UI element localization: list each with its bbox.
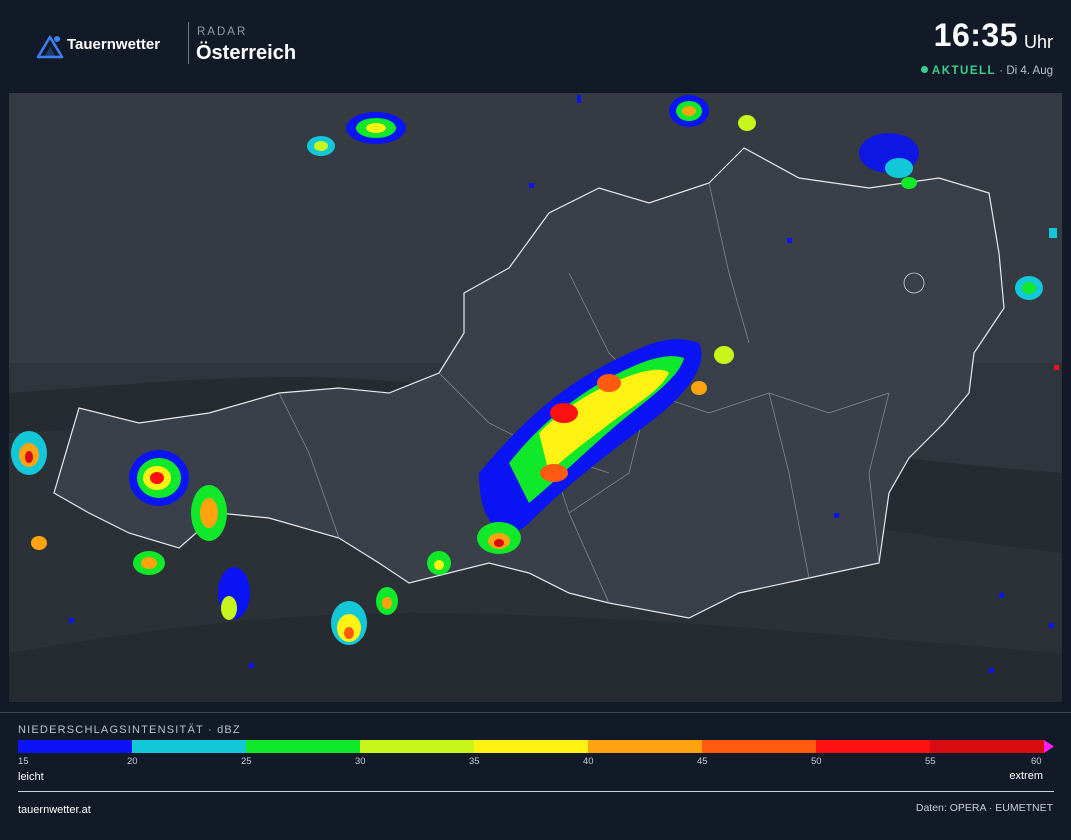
scale-segment-50 xyxy=(816,740,930,753)
tick-label: 45 xyxy=(697,756,708,767)
time-unit: Uhr xyxy=(1023,32,1053,52)
page-kicker: RADAR xyxy=(197,26,248,38)
scale-segment-35 xyxy=(474,740,588,753)
tick-label: 30 xyxy=(355,756,366,767)
scale-low-label: leicht xyxy=(18,771,44,783)
tick-label: 50 xyxy=(811,756,822,767)
tick-label: 55 xyxy=(925,756,936,767)
tick-label: 25 xyxy=(241,756,252,767)
site-link[interactable]: tauernwetter.at xyxy=(18,804,91,816)
mountain-icon xyxy=(36,35,64,59)
brand-name[interactable]: Tauernwetter xyxy=(67,36,160,53)
scale-segment-25 xyxy=(246,740,360,753)
data-credits: Daten: OPERA · EUMETNET xyxy=(915,802,1053,814)
legend-separator xyxy=(0,712,1071,713)
scale-high-label: extrem xyxy=(1009,770,1043,782)
tick-label: 35 xyxy=(469,756,480,767)
status-date: · Di 4. Aug xyxy=(999,65,1053,77)
tick-label: 15 xyxy=(18,756,29,767)
app-header: Tauernwetter RADAR Österreich 16:35 Uhr … xyxy=(0,0,1071,87)
radar-map[interactable] xyxy=(9,93,1062,702)
overflow-arrow-icon xyxy=(1044,740,1054,753)
scale-segment-15 xyxy=(18,740,132,753)
scale-segment-55 xyxy=(930,740,1044,753)
live-dot-icon xyxy=(920,66,928,73)
footer-separator xyxy=(18,791,1054,792)
intensity-scale xyxy=(18,740,1054,753)
scale-segment-40 xyxy=(588,740,702,753)
page-title: Österreich xyxy=(196,42,297,64)
tick-label: 20 xyxy=(127,756,138,767)
scale-segment-30 xyxy=(360,740,474,753)
status-badge: AKTUELL xyxy=(931,65,997,77)
legend-title: NIEDERSCHLAGSINTENSITÄT · dBZ xyxy=(18,724,241,736)
current-time: 16:35 xyxy=(933,17,1018,53)
scale-segment-45 xyxy=(702,740,816,753)
tick-label: 60 xyxy=(1031,756,1042,767)
scale-segment-20 xyxy=(132,740,246,753)
radar-map-canvas xyxy=(9,93,1062,702)
tick-label: 40 xyxy=(583,756,594,767)
status-line: AKTUELL · Di 4. Aug xyxy=(920,65,1053,77)
header-divider xyxy=(188,22,189,64)
